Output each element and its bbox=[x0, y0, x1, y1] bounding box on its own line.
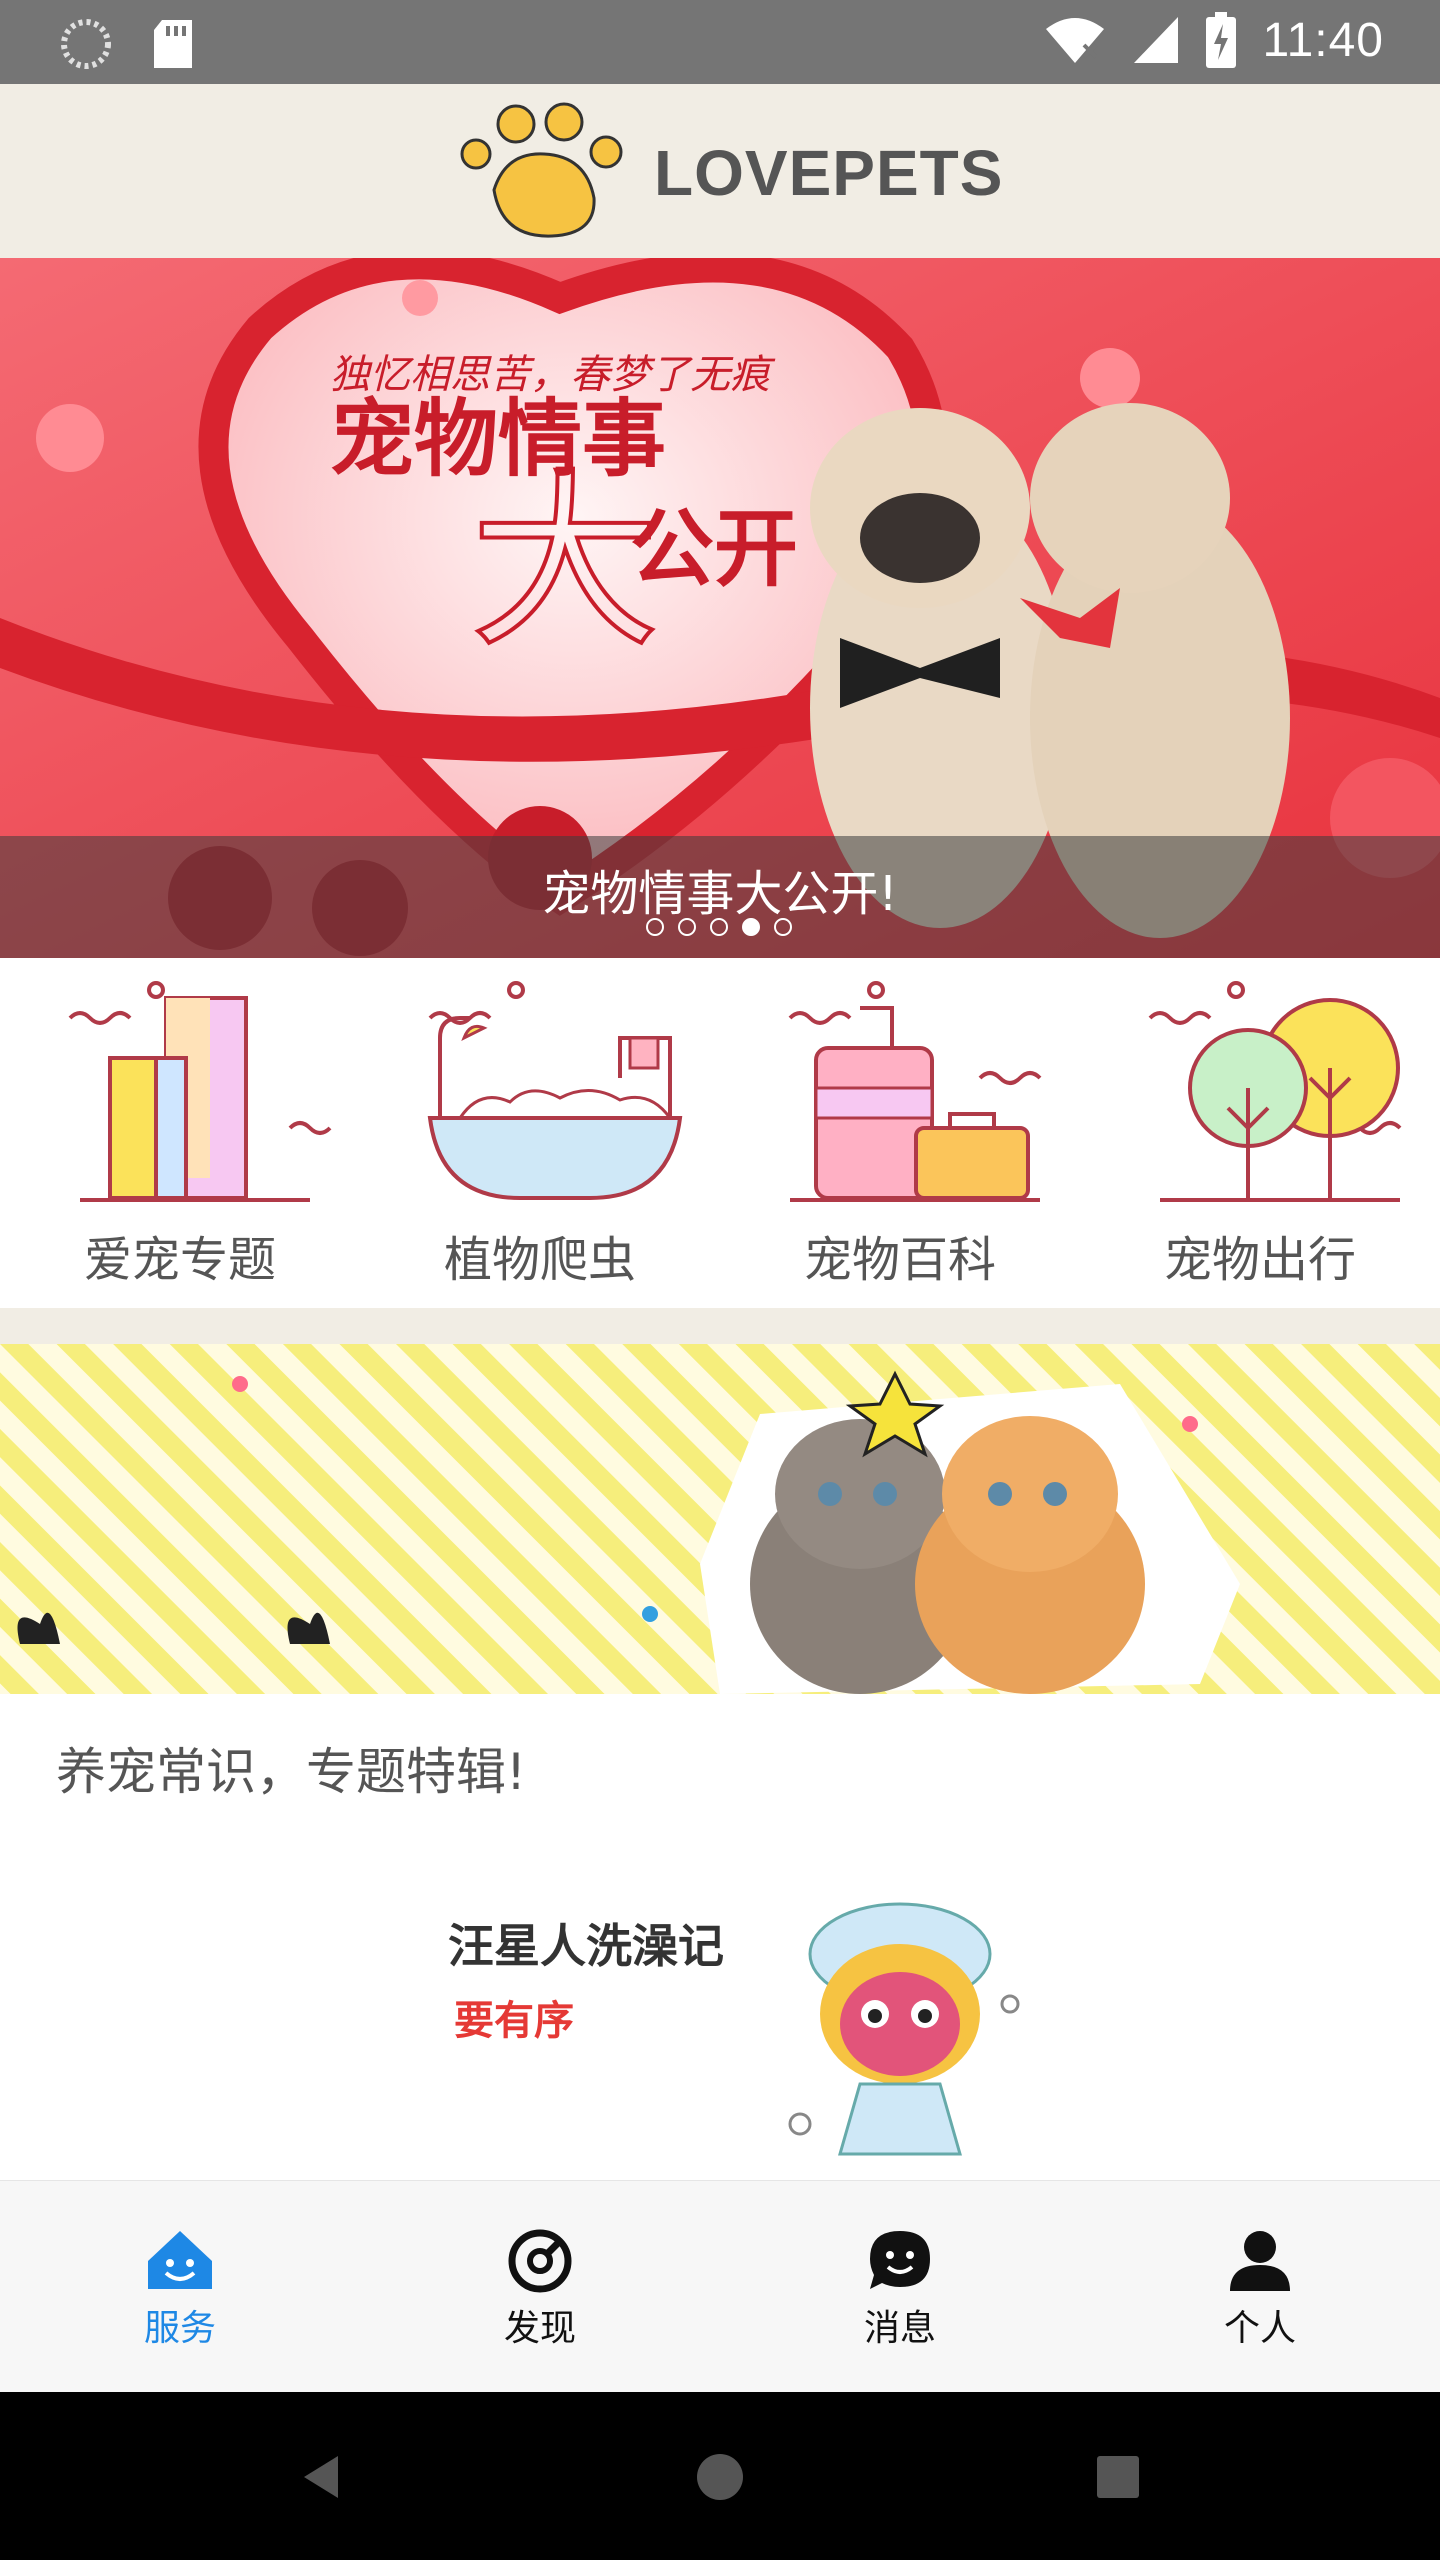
nav-tab-messages[interactable]: 消息 bbox=[720, 2181, 1080, 2393]
category-pet-travel[interactable]: 宠物出行 bbox=[1080, 958, 1440, 1308]
person-icon bbox=[1230, 2231, 1290, 2291]
back-icon[interactable] bbox=[298, 2452, 348, 2502]
carousel-dot[interactable] bbox=[710, 918, 728, 936]
promo-image bbox=[0, 1344, 1440, 1694]
carousel-dot[interactable] bbox=[678, 918, 696, 936]
category-label: 植物爬虫 bbox=[443, 1232, 636, 1288]
nav-tab-service[interactable]: 服务 bbox=[0, 2181, 360, 2393]
trees-icon bbox=[1148, 981, 1402, 1202]
clock: 11:40 bbox=[1262, 13, 1384, 67]
sd-card-icon bbox=[154, 20, 192, 68]
cartoon-dog-image bbox=[788, 1902, 1020, 2156]
buildings-icon bbox=[68, 981, 332, 1202]
article-title: 汪星人洗澡记 bbox=[448, 1919, 724, 1973]
status-bar: 11:40 bbox=[0, 0, 1440, 84]
nav-label: 服务 bbox=[143, 2308, 216, 2349]
compass-icon bbox=[508, 2229, 572, 2293]
carousel-dot[interactable] bbox=[774, 918, 792, 936]
bathtub-icon bbox=[427, 981, 683, 1200]
paw-icon bbox=[460, 102, 623, 238]
carousel-dot-active[interactable] bbox=[742, 918, 760, 936]
section-title: 养宠常识，专题特辑! bbox=[56, 1743, 527, 1801]
carousel-dot[interactable] bbox=[646, 918, 664, 936]
system-navigation-bar bbox=[0, 2392, 1440, 2560]
loading-icon bbox=[61, 19, 111, 69]
category-pet-encyclopedia[interactable]: 宠物百科 bbox=[720, 958, 1080, 1308]
luggage-icon bbox=[788, 981, 1042, 1202]
article-card[interactable]: 汪星人洗澡记 要有序 bbox=[430, 1870, 1050, 2190]
nav-tab-discover[interactable]: 发现 bbox=[360, 2181, 720, 2393]
nav-tab-profile[interactable]: 个人 bbox=[1080, 2181, 1440, 2393]
category-grid: 爱宠专题 植物爬虫 宠物百科 宠物出行 bbox=[0, 958, 1440, 1308]
chat-icon bbox=[870, 2231, 930, 2289]
category-label: 宠物出行 bbox=[1163, 1232, 1356, 1288]
article-subtitle: 要有序 bbox=[454, 1998, 574, 2044]
home-smile-icon bbox=[148, 2231, 212, 2289]
wifi-icon bbox=[1046, 18, 1105, 63]
category-pet-topics[interactable]: 爱宠专题 bbox=[0, 958, 360, 1308]
banner-carousel[interactable]: 独忆相思苦，春梦了无痕 宠物情事 大 公开 宠物情事大公开! bbox=[0, 258, 1440, 958]
banner-headline-tail: 公开 bbox=[630, 499, 798, 598]
app-header: LOVEPETS bbox=[0, 84, 1440, 258]
promo-banner[interactable] bbox=[0, 1344, 1440, 1694]
signal-icon bbox=[1134, 17, 1179, 63]
nav-label: 个人 bbox=[1223, 2308, 1296, 2349]
bottom-navigation: 服务 发现 消息 个人 bbox=[0, 2180, 1440, 2393]
section-divider bbox=[0, 1308, 1440, 1344]
nav-label: 发现 bbox=[503, 2308, 576, 2349]
category-plants-reptiles[interactable]: 植物爬虫 bbox=[360, 958, 720, 1308]
nav-label: 消息 bbox=[863, 2308, 936, 2349]
app-brand: LOVEPETS bbox=[654, 137, 1004, 209]
category-label: 爱宠专题 bbox=[83, 1232, 276, 1288]
home-button-icon[interactable] bbox=[695, 2452, 745, 2502]
category-label: 宠物百科 bbox=[803, 1232, 996, 1288]
recents-icon[interactable] bbox=[1095, 2454, 1141, 2500]
carousel-indicator bbox=[646, 918, 792, 936]
banner-caption: 宠物情事大公开! bbox=[542, 866, 898, 922]
battery-icon bbox=[1206, 12, 1237, 68]
